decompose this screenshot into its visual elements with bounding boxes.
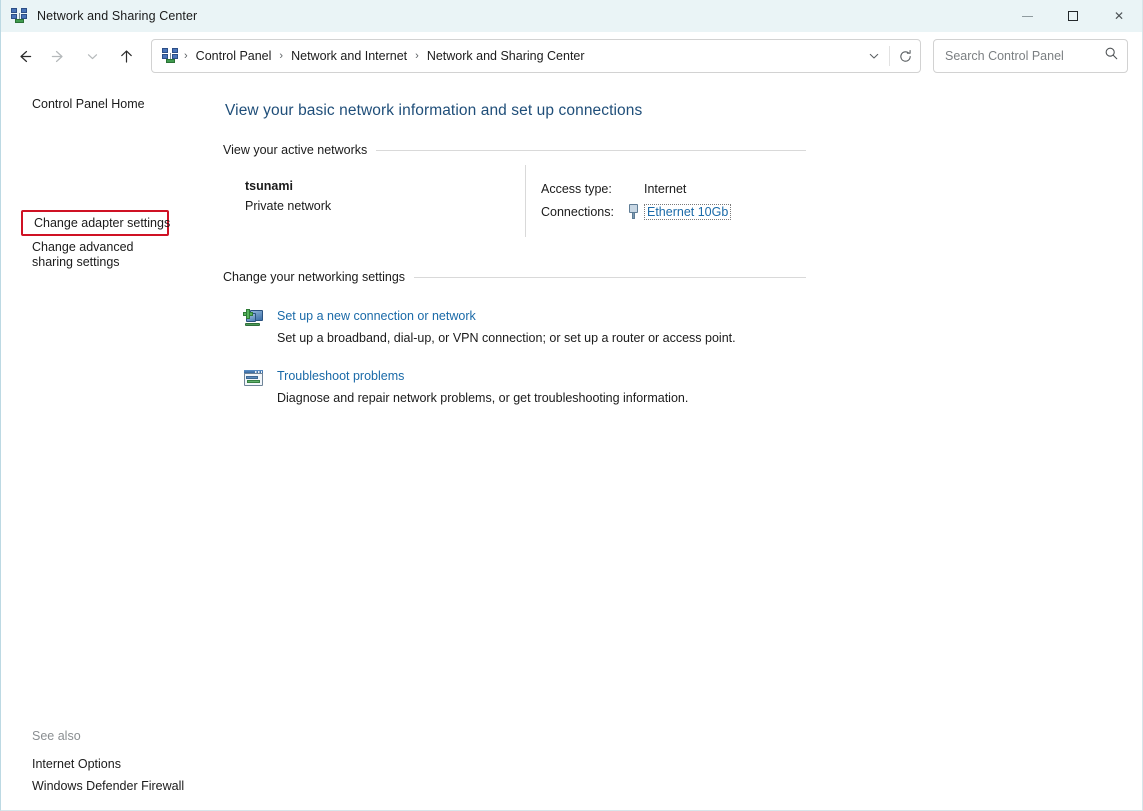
new-connection-icon [243,308,265,330]
sidebar-item-change-adapter-settings[interactable]: Change adapter settings [34,216,170,230]
close-button[interactable]: ✕ [1096,0,1142,32]
title-bar: Network and Sharing Center ✕ [1,0,1142,32]
chevron-down-icon [85,49,100,64]
section-divider [414,277,806,278]
search-icon[interactable] [1104,46,1119,66]
troubleshoot-icon [243,368,265,390]
task-item: Troubleshoot problems Diagnose and repai… [223,366,1142,405]
refresh-button[interactable] [890,40,920,72]
task-body: Troubleshoot problems Diagnose and repai… [277,366,688,405]
access-type-label: Access type: [541,182,626,196]
window-controls: ✕ [1004,0,1142,32]
task-link-troubleshoot-problems[interactable]: Troubleshoot problems [277,369,404,383]
active-networks-heading-row: View your active networks [223,143,806,157]
sidebar-item-change-advanced-sharing-settings[interactable]: Change advanced sharing settings [32,240,177,270]
back-button[interactable] [7,39,41,73]
breadcrumb-item-network-and-sharing-center[interactable]: Network and Sharing Center [422,47,590,65]
breadcrumb-separator: › [412,50,422,62]
see-also-section: See also Internet Options Windows Defend… [1,729,223,797]
active-network-details: Access type: Internet Connections: Ether… [541,179,731,221]
active-network-vertical-divider [525,165,526,237]
section-divider [376,150,806,151]
sidebar-item-control-panel-home[interactable]: Control Panel Home [1,94,155,115]
up-arrow-icon [118,48,135,65]
title-bar-left: Network and Sharing Center [1,0,197,32]
connection-link-ethernet[interactable]: Ethernet 10Gb [644,204,731,220]
breadcrumb-item-control-panel[interactable]: Control Panel [191,47,277,65]
forward-button[interactable] [41,39,75,73]
networking-settings-heading: Change your networking settings [223,270,414,284]
maximize-button[interactable] [1050,0,1096,32]
see-also-heading: See also [1,729,223,753]
address-bar-actions [859,40,920,72]
up-button[interactable] [109,39,143,73]
forward-arrow-icon [50,48,67,65]
breadcrumb-item-network-and-internet[interactable]: Network and Internet [286,47,412,65]
breadcrumb-network-icon[interactable] [162,48,179,64]
networking-settings-heading-row: Change your networking settings [223,270,806,284]
active-networks-heading: View your active networks [223,143,376,157]
address-bar[interactable]: › Control Panel › Network and Internet ›… [151,39,921,73]
task-description: Set up a broadband, dial-up, or VPN conn… [277,331,736,345]
breadcrumb-separator: › [181,50,191,62]
refresh-icon [898,49,913,64]
see-also-item-internet-options[interactable]: Internet Options [1,753,121,775]
main-panel: View your basic network information and … [223,80,1142,809]
previous-locations-button[interactable] [859,40,889,72]
network-icon [11,8,28,24]
networking-task-list: Set up a new connection or network Set u… [223,306,1142,405]
breadcrumb: › Control Panel › Network and Internet ›… [162,47,859,65]
close-icon: ✕ [1114,10,1124,22]
access-type-row: Access type: Internet [541,179,731,198]
page-title: View your basic network information and … [223,102,1142,120]
back-arrow-icon [16,48,33,65]
connections-label: Connections: [541,205,626,219]
network-and-sharing-center-window: Network and Sharing Center ✕ [0,0,1143,811]
task-description: Diagnose and repair network problems, or… [277,391,688,405]
content-area: Control Panel Home Change adapter settin… [1,80,1142,809]
chevron-down-icon [867,49,881,63]
ethernet-plug-icon [626,204,641,219]
task-body: Set up a new connection or network Set u… [277,306,736,345]
search-box[interactable]: Search Control Panel [933,39,1128,73]
see-also-item-windows-defender-firewall[interactable]: Windows Defender Firewall [1,775,184,797]
task-item: Set up a new connection or network Set u… [223,306,1142,345]
connections-row: Connections: Ethernet 10Gb [541,202,731,221]
minimize-icon [1022,16,1033,17]
task-link-set-up-new-connection[interactable]: Set up a new connection or network [277,309,476,323]
sidebar: Control Panel Home Change adapter settin… [1,80,223,809]
window-title: Network and Sharing Center [37,9,197,23]
search-input[interactable]: Search Control Panel [945,49,1104,63]
active-network-entry: tsunami Private network Access type: Int… [223,179,806,247]
navigation-bar: › Control Panel › Network and Internet ›… [1,32,1142,80]
access-type-value: Internet [644,182,686,196]
change-adapter-settings-highlight: Change adapter settings [21,210,169,236]
minimize-button[interactable] [1004,0,1050,32]
recent-locations-button[interactable] [75,39,109,73]
breadcrumb-separator: › [276,50,286,62]
maximize-icon [1068,11,1078,21]
